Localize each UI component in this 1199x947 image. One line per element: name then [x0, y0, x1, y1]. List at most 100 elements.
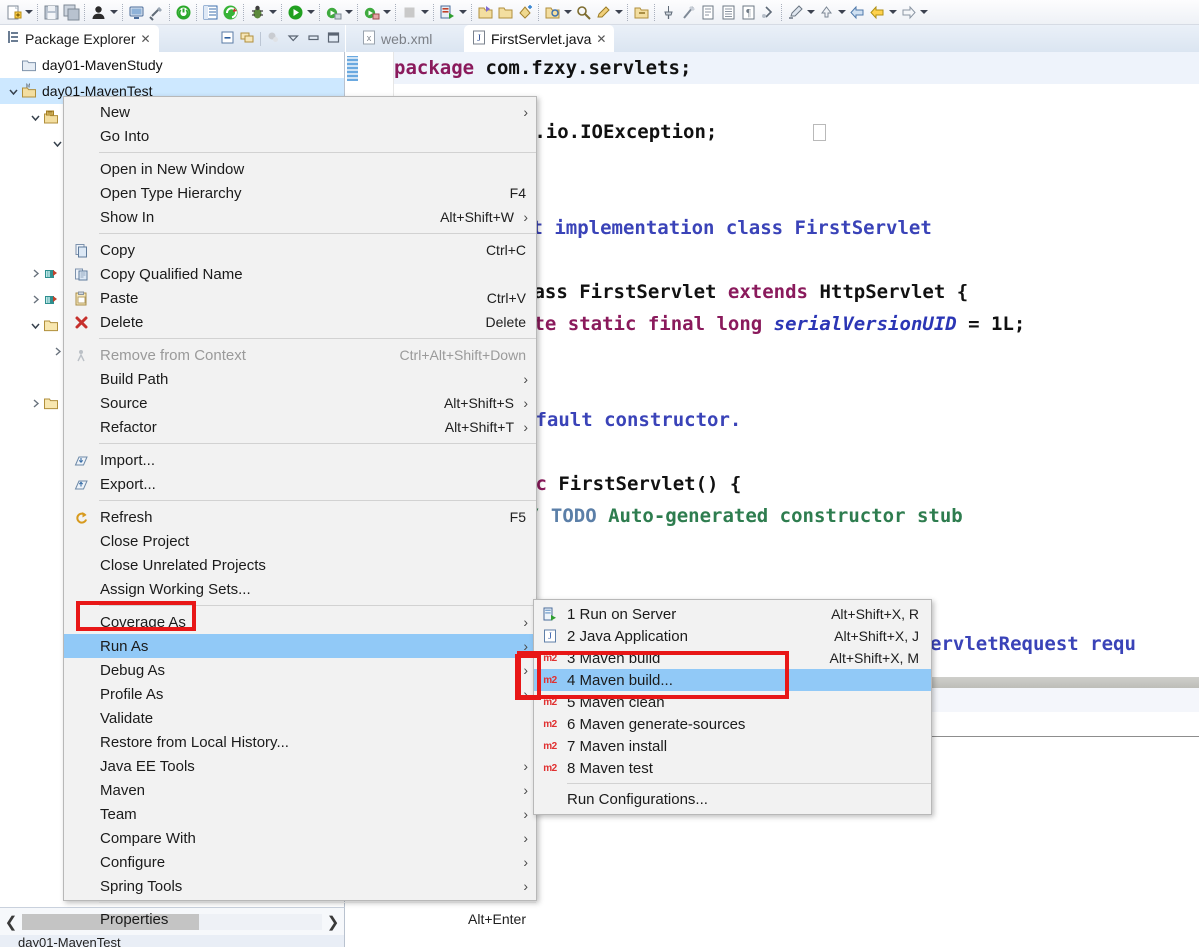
menu-item-export[interactable]: Export... [64, 472, 536, 496]
code-line[interactable]: / TODO Auto-generated constructor stub [528, 500, 963, 532]
menu-item-profile-as[interactable]: Profile As › [64, 682, 536, 706]
menu-item-compare-with[interactable]: Compare With › [64, 826, 536, 850]
code-line[interactable]: ic FirstServlet() { [524, 468, 741, 500]
submenu-item-8-maven-test[interactable]: m2 8 Maven test [534, 757, 931, 779]
minimize-icon[interactable] [306, 30, 321, 48]
chevron-down-icon[interactable] [457, 2, 468, 22]
menu-item-delete[interactable]: Delete Delete [64, 310, 536, 334]
menu-item-copy[interactable]: Copy Ctrl+C [64, 238, 536, 262]
up-arrow-button[interactable] [816, 1, 847, 23]
chevron-down-icon[interactable] [343, 2, 354, 22]
list-doc-icon[interactable] [718, 2, 738, 22]
menu-item-spring-tools[interactable]: Spring Tools › [64, 874, 536, 898]
chevron-down-icon[interactable] [381, 2, 392, 22]
refresh-green-button[interactable] [220, 1, 240, 23]
save-icon[interactable] [41, 2, 61, 22]
package-explorer-bottom-tab[interactable]: day01-MavenTest [0, 935, 345, 947]
menu-item-new[interactable]: New › [64, 100, 536, 124]
forward-arrow-button[interactable] [898, 1, 929, 23]
menu-item-open-in-new-window[interactable]: Open in New Window [64, 157, 536, 181]
power-icon[interactable] [173, 2, 193, 22]
pin-button[interactable] [658, 1, 678, 23]
new-java-project-icon[interactable] [475, 2, 495, 22]
menu-item-properties[interactable]: Properties Alt+Enter [64, 907, 536, 931]
close-icon[interactable]: ✕ [141, 32, 151, 46]
submenu-item-run-configurations[interactable]: Run Configurations... [534, 788, 931, 810]
forward-back-button[interactable] [867, 1, 898, 23]
forward-back-icon[interactable] [867, 2, 887, 22]
scroll-left-icon[interactable]: ❮ [0, 913, 22, 931]
notebook-button[interactable] [200, 1, 220, 23]
run-button[interactable] [285, 1, 316, 23]
chevron-right-icon[interactable] [28, 292, 42, 306]
submenu-item-1-run-on-server[interactable]: 1 Run on Server Alt+Shift+X, R [534, 603, 931, 625]
new-class-button[interactable] [515, 1, 535, 23]
up-arrow-icon[interactable] [816, 2, 836, 22]
tab-package-explorer[interactable]: Package Explorer ✕ [0, 25, 159, 52]
menu-item-go-into[interactable]: Go Into [64, 124, 536, 148]
menu-item-close-unrelated-projects[interactable]: Close Unrelated Projects [64, 553, 536, 577]
menu-item-copy-qualified-name[interactable]: Copy Qualified Name [64, 262, 536, 286]
list-doc-button[interactable] [718, 1, 738, 23]
person-button[interactable] [88, 1, 119, 23]
menu-item-debug-as[interactable]: Debug As › [64, 658, 536, 682]
code-line[interactable]: ate static final long serialVersionUID =… [522, 308, 1025, 340]
submenu-item-2-java-application[interactable]: J 2 Java Application Alt+Shift+X, J [534, 625, 931, 647]
code-line[interactable]: lass FirstServlet extends HttpServlet { [522, 276, 968, 308]
menu-item-maven[interactable]: Maven › [64, 778, 536, 802]
chevron-down-icon[interactable] [419, 2, 430, 22]
search-folder-icon[interactable] [573, 2, 593, 22]
menu-item-refresh[interactable]: Refresh F5 [64, 505, 536, 529]
chevron-down-icon[interactable] [918, 2, 929, 22]
submenu-item-5-maven-clean[interactable]: m2 5 Maven clean [534, 691, 931, 713]
next-annotation-button[interactable] [758, 1, 778, 23]
chevron-right-icon[interactable] [28, 396, 42, 410]
menu-item-java-ee-tools[interactable]: Java EE Tools › [64, 754, 536, 778]
chevron-down-icon[interactable] [613, 2, 624, 22]
server-run-button[interactable] [437, 1, 468, 23]
menu-item-restore-from-local-history[interactable]: Restore from Local History... [64, 730, 536, 754]
tree-item-day01-mavenstudy[interactable]: day01-MavenStudy [0, 52, 344, 78]
profile-icon[interactable] [361, 2, 381, 22]
forward-arrow-icon[interactable] [898, 2, 918, 22]
coverage-button[interactable] [323, 1, 354, 23]
console-button[interactable] [126, 1, 146, 23]
code-line[interactable]: efault constructor. [524, 404, 741, 436]
menu-item-refactor[interactable]: Refactor Alt+Shift+T › [64, 415, 536, 439]
submenu-item-7-maven-install[interactable]: m2 7 Maven install [534, 735, 931, 757]
edit-doc-icon[interactable] [698, 2, 718, 22]
pencil-button[interactable] [593, 1, 624, 23]
chevron-right-icon[interactable] [50, 344, 64, 358]
next-annotation-icon[interactable] [758, 2, 778, 22]
chevron-right-icon[interactable] [28, 266, 42, 280]
submenu-item-6-maven-generate-sources[interactable]: m2 6 Maven generate-sources [534, 713, 931, 735]
previous-edit-icon[interactable] [785, 2, 805, 22]
new-class-icon[interactable] [515, 2, 535, 22]
save-button[interactable] [41, 1, 61, 23]
new-package-icon[interactable] [495, 2, 515, 22]
menu-item-team[interactable]: Team › [64, 802, 536, 826]
code-line[interactable]: et implementation class FirstServlet [520, 212, 932, 244]
stop-icon[interactable] [399, 2, 419, 22]
open-resource-icon[interactable] [631, 2, 651, 22]
save-all-button[interactable] [61, 1, 81, 23]
collapse-all-icon[interactable] [220, 30, 235, 48]
coverage-icon[interactable] [323, 2, 343, 22]
chevron-down-icon[interactable] [836, 2, 847, 22]
debug-bug-icon[interactable] [247, 2, 267, 22]
stop-button[interactable] [399, 1, 430, 23]
open-type-button[interactable] [542, 1, 573, 23]
paragraph-button[interactable]: ¶ [738, 1, 758, 23]
menu-item-configure[interactable]: Configure › [64, 850, 536, 874]
menu-item-close-project[interactable]: Close Project [64, 529, 536, 553]
link-with-editor-icon[interactable] [240, 30, 255, 48]
maximize-icon[interactable] [326, 30, 341, 48]
new-wizard-button[interactable] [3, 1, 34, 23]
code-line[interactable]: ervletRequest requ [930, 628, 1136, 660]
ruler-icon[interactable] [678, 2, 698, 22]
project-context-menu[interactable]: New › Go Into Open in New Window Open Type H… [63, 96, 537, 928]
server-run-icon[interactable] [437, 2, 457, 22]
menu-item-open-type-hierarchy[interactable]: Open Type Hierarchy F4 [64, 181, 536, 205]
profile-button[interactable] [361, 1, 392, 23]
refresh-green-icon[interactable] [220, 2, 240, 22]
